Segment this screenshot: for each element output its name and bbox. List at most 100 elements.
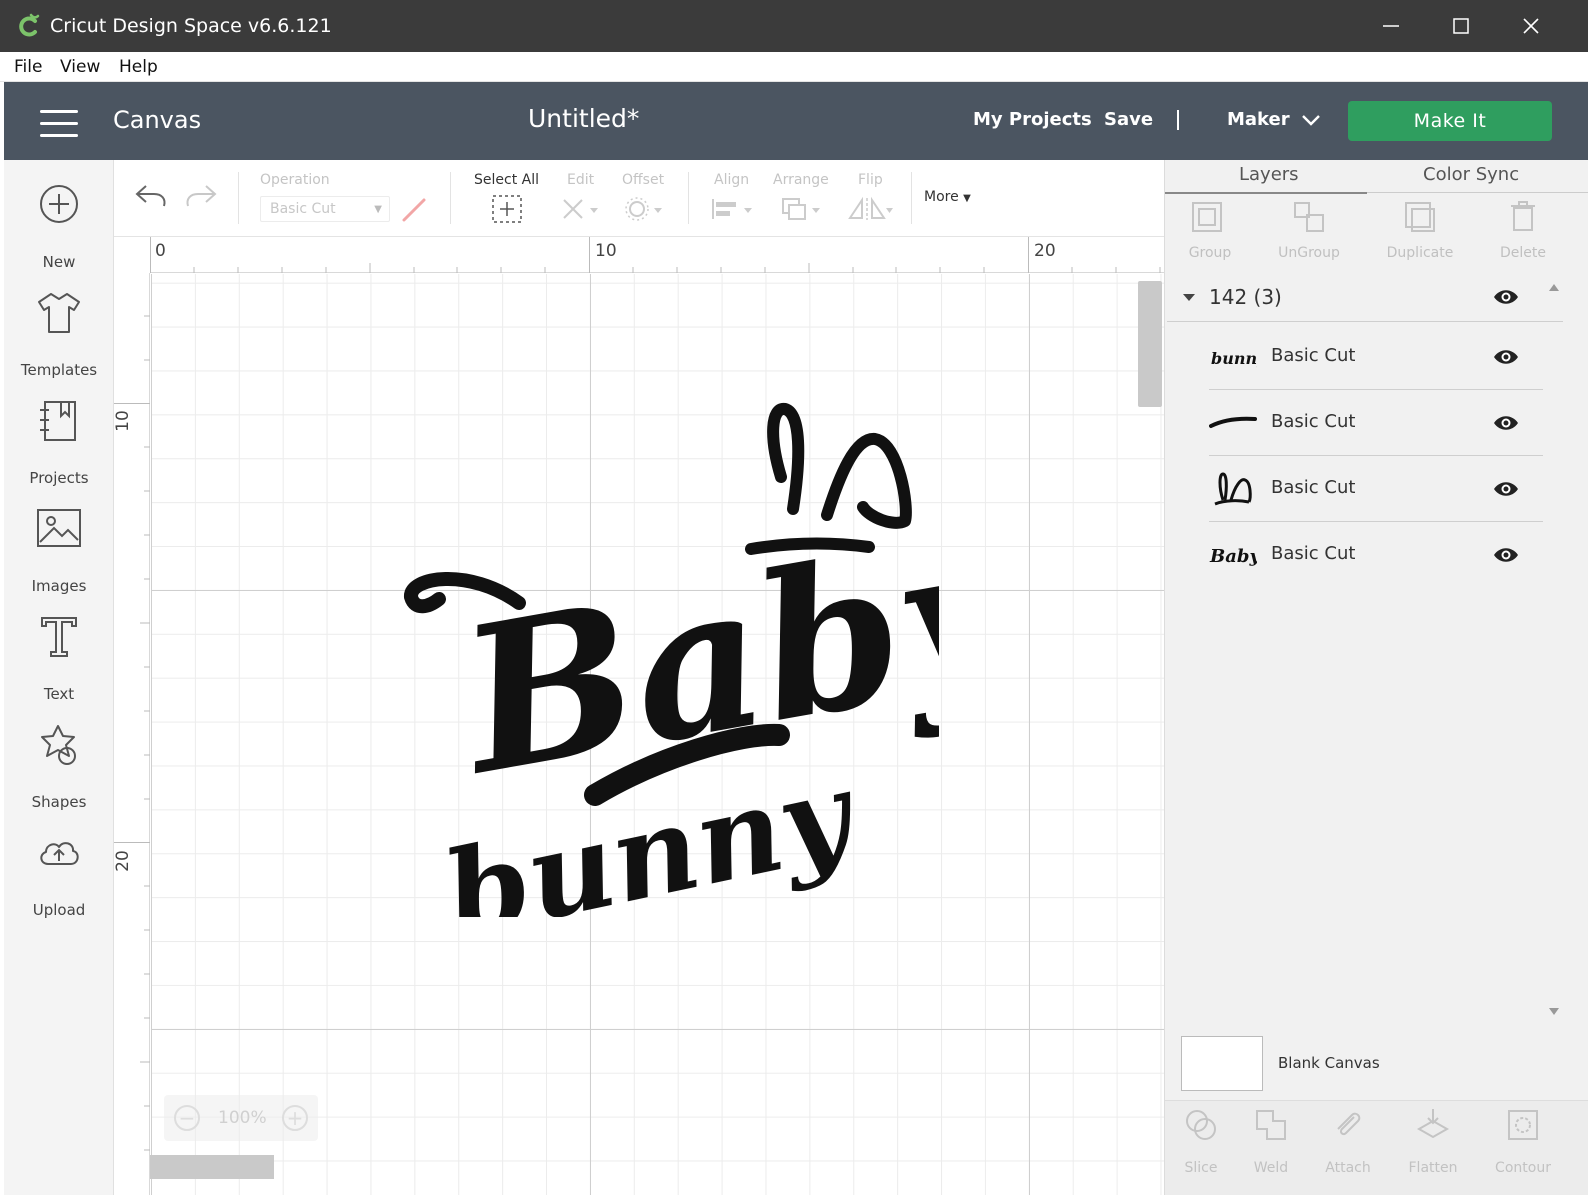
- flatten-label: Flatten: [1408, 1160, 1458, 1176]
- project-title: Untitled*: [528, 104, 640, 133]
- layer-row[interactable]: bunny Basic Cut: [1209, 324, 1543, 390]
- maximize-button[interactable]: [1438, 8, 1484, 44]
- align-icon[interactable]: [710, 196, 754, 222]
- operation-select[interactable]: Basic Cut ▼: [260, 196, 390, 222]
- maximize-icon: [1453, 18, 1469, 34]
- ruler-top-ticks: [150, 237, 1161, 273]
- flip-icon[interactable]: [848, 196, 894, 222]
- contour-button[interactable]: Contour: [1483, 1107, 1563, 1187]
- image-icon: [37, 509, 81, 547]
- collapse-caret-icon[interactable]: [1183, 292, 1195, 302]
- layer-row[interactable]: Basic Cut: [1209, 456, 1543, 522]
- more-button[interactable]: More ▼: [924, 188, 971, 208]
- menu-view[interactable]: View: [60, 56, 100, 78]
- visibility-eye-icon[interactable]: [1493, 414, 1519, 432]
- plus-circle-icon: [40, 185, 78, 223]
- pen-color-icon[interactable]: [400, 196, 430, 224]
- sidebar-label-upload: Upload: [32, 901, 86, 919]
- tab-divider: [1367, 192, 1588, 193]
- weld-icon: [1256, 1110, 1286, 1140]
- tab-layers[interactable]: Layers: [1239, 163, 1299, 187]
- layers-list: 142 (3) bunny Basic Cut Basic Cut Basic …: [1167, 272, 1567, 1022]
- weld-button[interactable]: Weld: [1231, 1107, 1311, 1187]
- attach-button[interactable]: Attach: [1308, 1107, 1388, 1187]
- save-link[interactable]: Save: [1104, 108, 1153, 132]
- undo-icon[interactable]: [134, 182, 168, 210]
- shapes-icon: [41, 725, 76, 765]
- paperclip-icon: [1337, 1112, 1361, 1136]
- duplicate-button[interactable]: Duplicate: [1370, 200, 1470, 270]
- ruler-top: 0 10 20: [150, 237, 1164, 273]
- close-button[interactable]: [1508, 8, 1554, 44]
- offset-icon[interactable]: [624, 196, 664, 222]
- sidebar-item-projects[interactable]: Projects: [4, 398, 114, 498]
- hamburger-menu-icon[interactable]: [40, 110, 78, 138]
- app-header: Canvas Untitled* My Projects Save Maker …: [4, 82, 1588, 160]
- design-canvas[interactable]: 0 10 20 10 20 Baby bunny − 100% +: [114, 237, 1164, 1195]
- redo-icon[interactable]: [184, 182, 218, 210]
- blank-canvas-swatch[interactable]: [1181, 1036, 1263, 1091]
- operation-value: Basic Cut: [270, 201, 336, 217]
- ungroup-label: UnGroup: [1278, 245, 1340, 261]
- sidebar-item-templates[interactable]: Templates: [4, 290, 114, 390]
- layer-group-row[interactable]: 142 (3): [1167, 272, 1563, 322]
- visibility-eye-icon[interactable]: [1493, 348, 1519, 366]
- scroll-down-arrow-icon[interactable]: [1549, 1008, 1559, 1015]
- bunny-ear-left: [767, 403, 805, 515]
- ruler-left-label: 10: [114, 410, 133, 432]
- tshirt-icon: [38, 293, 80, 333]
- text-icon: [41, 617, 77, 657]
- sidebar-item-shapes[interactable]: Shapes: [4, 722, 114, 822]
- horizontal-scrollbar[interactable]: [150, 1155, 274, 1179]
- window-title: Cricut Design Space v6.6.121: [50, 15, 332, 37]
- machine-select[interactable]: Maker: [1227, 108, 1290, 132]
- group-icon: [1192, 202, 1222, 232]
- chevron-down-icon[interactable]: [1300, 112, 1322, 128]
- flatten-button[interactable]: Flatten: [1393, 1107, 1473, 1187]
- group-button[interactable]: Group: [1160, 200, 1260, 270]
- slice-button[interactable]: Slice: [1161, 1107, 1241, 1187]
- minimize-button[interactable]: [1368, 8, 1414, 44]
- edit-icon[interactable]: [560, 196, 600, 222]
- ungroup-button[interactable]: UnGroup: [1259, 200, 1359, 270]
- menu-file[interactable]: File: [14, 56, 42, 78]
- sidebar-item-new[interactable]: New: [4, 182, 114, 282]
- zoom-level: 100%: [218, 1108, 267, 1128]
- attach-label: Attach: [1325, 1160, 1371, 1176]
- layer-row[interactable]: Baby Basic Cut: [1209, 522, 1543, 588]
- visibility-eye-icon[interactable]: [1493, 288, 1519, 306]
- baby-bunny-design[interactable]: Baby bunny: [399, 397, 939, 917]
- menu-help[interactable]: Help: [119, 56, 158, 78]
- layer-name: Basic Cut: [1271, 543, 1356, 564]
- sidebar-item-images[interactable]: Images: [4, 506, 114, 606]
- ruler-left: 10 20: [114, 273, 150, 1195]
- visibility-eye-icon[interactable]: [1493, 480, 1519, 498]
- toolbar-divider: [450, 172, 451, 224]
- scroll-up-arrow-icon[interactable]: [1549, 284, 1559, 291]
- header-separator: [1177, 110, 1179, 130]
- select-all-label[interactable]: Select All: [474, 171, 539, 189]
- zoom-in-button[interactable]: +: [282, 1105, 308, 1131]
- make-it-button[interactable]: Make It: [1348, 101, 1552, 141]
- contour-label: Contour: [1495, 1160, 1551, 1176]
- select-all-icon[interactable]: [492, 195, 522, 223]
- my-projects-link[interactable]: My Projects: [973, 108, 1092, 132]
- edit-toolbar: Operation Basic Cut ▼ Select All Edit Of…: [114, 160, 1164, 237]
- more-caret-icon: ▼: [963, 193, 971, 204]
- duplicate-label: Duplicate: [1386, 245, 1454, 261]
- tab-color-sync[interactable]: Color Sync: [1423, 163, 1519, 187]
- vertical-scrollbar[interactable]: [1138, 281, 1162, 407]
- layer-actions-bar: Slice Weld Attach Flatten Contour: [1165, 1100, 1588, 1195]
- minimize-icon: [1383, 25, 1399, 27]
- design-text-baby: Baby: [442, 490, 939, 821]
- sidebar-label-text: Text: [43, 685, 75, 703]
- layer-name: Basic Cut: [1271, 411, 1356, 432]
- zoom-out-button[interactable]: −: [174, 1105, 200, 1131]
- sidebar-item-text[interactable]: Text: [4, 614, 114, 714]
- section-title: Canvas: [113, 106, 202, 134]
- layer-row[interactable]: Basic Cut: [1209, 390, 1543, 456]
- sidebar-item-upload[interactable]: Upload: [4, 830, 114, 930]
- arrange-icon[interactable]: [780, 196, 824, 222]
- delete-button[interactable]: Delete: [1473, 200, 1573, 270]
- visibility-eye-icon[interactable]: [1493, 546, 1519, 564]
